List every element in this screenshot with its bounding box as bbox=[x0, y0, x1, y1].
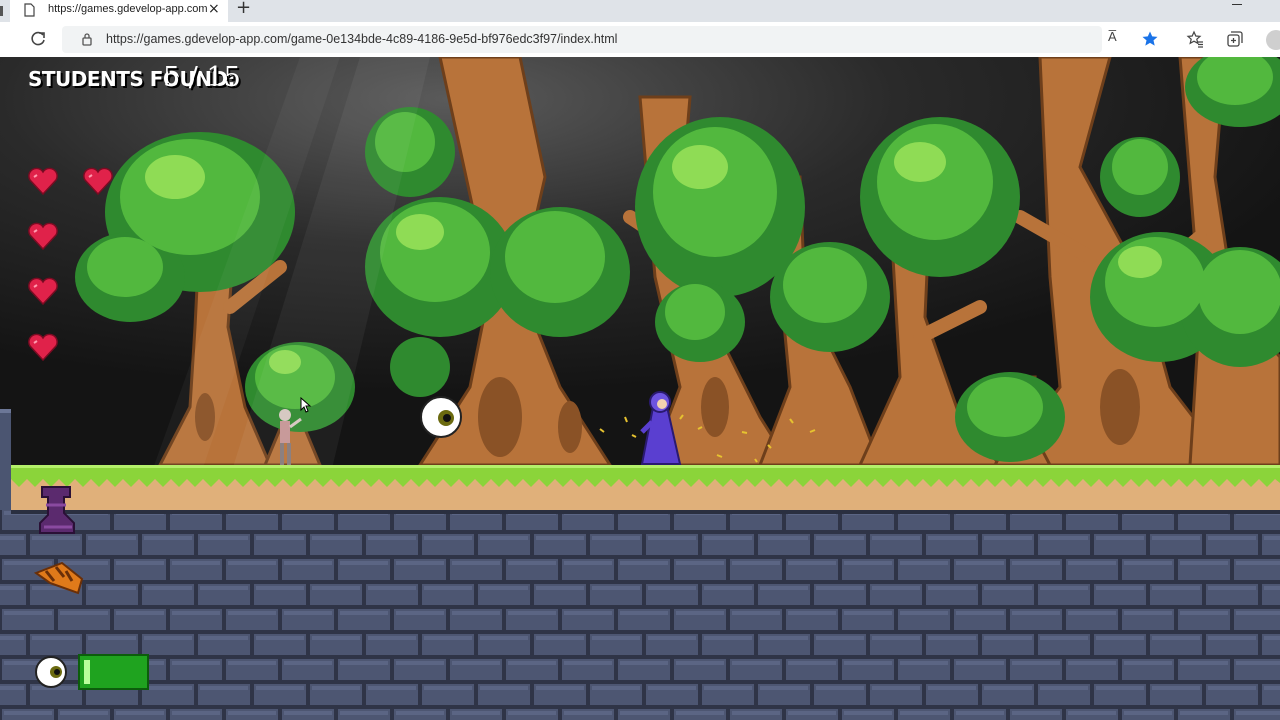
students-found-count: 5 / 15 bbox=[163, 62, 241, 93]
boots-item-icon[interactable] bbox=[34, 483, 82, 537]
eye-energy-fill bbox=[84, 660, 90, 684]
game-canvas[interactable]: STUDENTS FOUND: 5 / 15 bbox=[0, 57, 1280, 720]
minimize-icon[interactable] bbox=[1232, 4, 1242, 5]
tab-strip: https://games.gdevelop-app.com × + bbox=[0, 0, 1280, 22]
new-tab-button[interactable]: + bbox=[236, 0, 251, 18]
heart-icon bbox=[83, 167, 113, 195]
tab-title: https://games.gdevelop-app.com bbox=[48, 3, 208, 15]
mouse-cursor-icon bbox=[300, 397, 312, 413]
lock-icon[interactable] bbox=[82, 32, 92, 46]
heart-icon bbox=[28, 333, 58, 361]
close-tab-icon[interactable]: × bbox=[208, 1, 220, 17]
page-icon bbox=[24, 3, 35, 17]
favorites-icon[interactable] bbox=[1186, 30, 1204, 48]
eye-energy-meter bbox=[78, 654, 149, 690]
read-aloud-icon[interactable]: A̅ bbox=[1108, 29, 1117, 47]
heart-icon bbox=[28, 222, 58, 250]
window-edge bbox=[0, 6, 3, 16]
browser-tab[interactable]: https://games.gdevelop-app.com × bbox=[10, 0, 228, 22]
shoes-item-icon[interactable] bbox=[32, 559, 86, 601]
floating-eye bbox=[420, 396, 462, 438]
favorite-star-icon[interactable] bbox=[1141, 30, 1159, 48]
heart-icon bbox=[28, 277, 58, 305]
heart-icon bbox=[28, 167, 58, 195]
eye-item-icon[interactable] bbox=[34, 655, 70, 689]
reload-icon[interactable] bbox=[29, 30, 47, 48]
game-scene bbox=[0, 57, 1280, 720]
url-text[interactable]: https://games.gdevelop-app.com/game-0e13… bbox=[106, 32, 617, 46]
brick-wall bbox=[0, 510, 1280, 720]
profile-icon[interactable] bbox=[1266, 30, 1280, 50]
browser-toolbar: https://games.gdevelop-app.com/game-0e13… bbox=[0, 22, 1280, 58]
collections-icon[interactable] bbox=[1226, 30, 1244, 48]
